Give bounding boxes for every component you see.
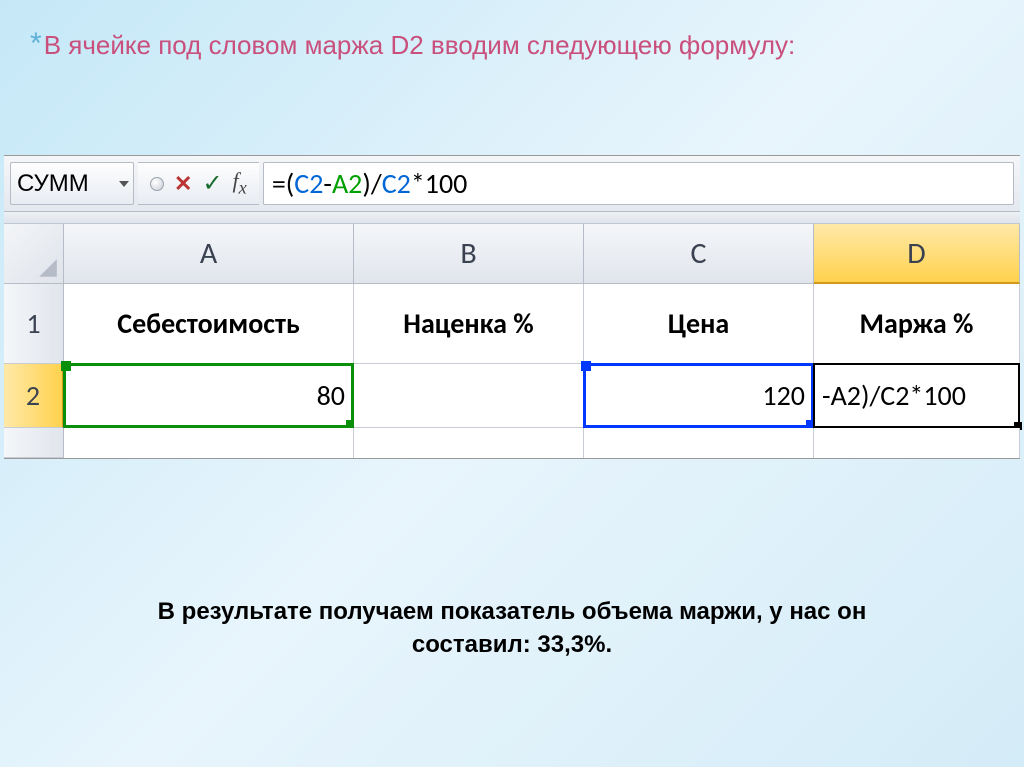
- cell-value: Цена: [668, 306, 729, 341]
- formula-ref-c2b: C2: [382, 166, 411, 201]
- cell-c3[interactable]: [584, 428, 814, 458]
- cell-d2[interactable]: -A2)/C2*100: [814, 364, 1020, 428]
- spreadsheet-grid: A B C D 1 Себестоимость Наценка % Цена М…: [4, 224, 1020, 458]
- cell-b1[interactable]: Наценка %: [354, 284, 584, 364]
- col-header-a[interactable]: A: [64, 224, 354, 284]
- row-label: 2: [26, 378, 40, 413]
- formula-bar: СУММ ✕ ✓ fx =(C2-A2)/C2*100: [4, 156, 1020, 212]
- dropdown-icon[interactable]: [119, 181, 129, 187]
- cell-b2[interactable]: [354, 364, 584, 428]
- slide-title-text: В ячейке под словом маржа D2 вводим след…: [44, 30, 796, 60]
- col-header-c[interactable]: C: [584, 224, 814, 284]
- formula-ref-c2: C2: [294, 166, 323, 201]
- name-box-value: СУММ: [17, 170, 89, 198]
- col-label: D: [907, 235, 925, 272]
- result-caption: В результате получаем показатель объема …: [0, 595, 1024, 662]
- cell-a2[interactable]: 80: [64, 364, 354, 428]
- bullet-asterisk: *: [30, 27, 42, 60]
- formula-minus: -: [323, 166, 332, 201]
- select-all-corner[interactable]: [4, 224, 64, 284]
- row-header-1[interactable]: 1: [4, 284, 64, 364]
- result-line2: составил: 33,3%.: [412, 631, 612, 658]
- row-header-2[interactable]: 2: [4, 364, 64, 428]
- cell-a3[interactable]: [64, 428, 354, 458]
- col-header-d[interactable]: D: [814, 224, 1020, 284]
- cell-value: Себестоимость: [117, 306, 299, 341]
- cancel-icon[interactable]: ✕: [174, 171, 192, 197]
- cell-a1[interactable]: Себестоимость: [64, 284, 354, 364]
- cell-d1[interactable]: Маржа %: [814, 284, 1020, 364]
- name-box[interactable]: СУММ: [10, 162, 134, 205]
- expand-icon[interactable]: [150, 177, 164, 191]
- cell-value: Маржа %: [860, 306, 974, 341]
- col-label: A: [200, 235, 217, 272]
- cell-c1[interactable]: Цена: [584, 284, 814, 364]
- col-header-b[interactable]: B: [354, 224, 584, 284]
- result-line1: В результате получаем показатель объема …: [158, 598, 867, 625]
- col-label: C: [691, 235, 707, 272]
- excel-screenshot-region: СУММ ✕ ✓ fx =(C2-A2)/C2*100 A B C D 1 Се…: [4, 155, 1020, 459]
- formula-slash: /: [371, 166, 382, 201]
- cell-value: -A2)/C2*100: [822, 378, 966, 413]
- formula-tail: *100: [411, 166, 468, 201]
- row-label: 1: [26, 306, 40, 341]
- formula-ref-a2: A2: [332, 166, 362, 201]
- slide-title: *В ячейке под словом маржа D2 вводим сле…: [30, 30, 795, 61]
- formula-input[interactable]: =(C2-A2)/C2*100: [263, 162, 1014, 205]
- enter-icon[interactable]: ✓: [202, 169, 222, 198]
- cell-d3[interactable]: [814, 428, 1020, 458]
- formula-bar-controls: ✕ ✓ fx: [138, 162, 259, 205]
- formula-eq: =: [272, 166, 286, 201]
- col-label: B: [460, 235, 476, 272]
- cell-value: Наценка %: [403, 306, 533, 341]
- cell-value: 80: [317, 378, 345, 413]
- cell-c2[interactable]: 120: [584, 364, 814, 428]
- range-highlight-green: [63, 363, 354, 428]
- fx-icon[interactable]: fx: [233, 168, 247, 198]
- select-all-triangle-icon: [37, 257, 59, 279]
- row-header-3[interactable]: [4, 428, 64, 458]
- cell-value: 120: [762, 378, 805, 413]
- spacer-bar: [4, 212, 1020, 224]
- cell-b3[interactable]: [354, 428, 584, 458]
- formula-paren-close: ): [362, 166, 371, 201]
- formula-paren-open: (: [286, 166, 295, 201]
